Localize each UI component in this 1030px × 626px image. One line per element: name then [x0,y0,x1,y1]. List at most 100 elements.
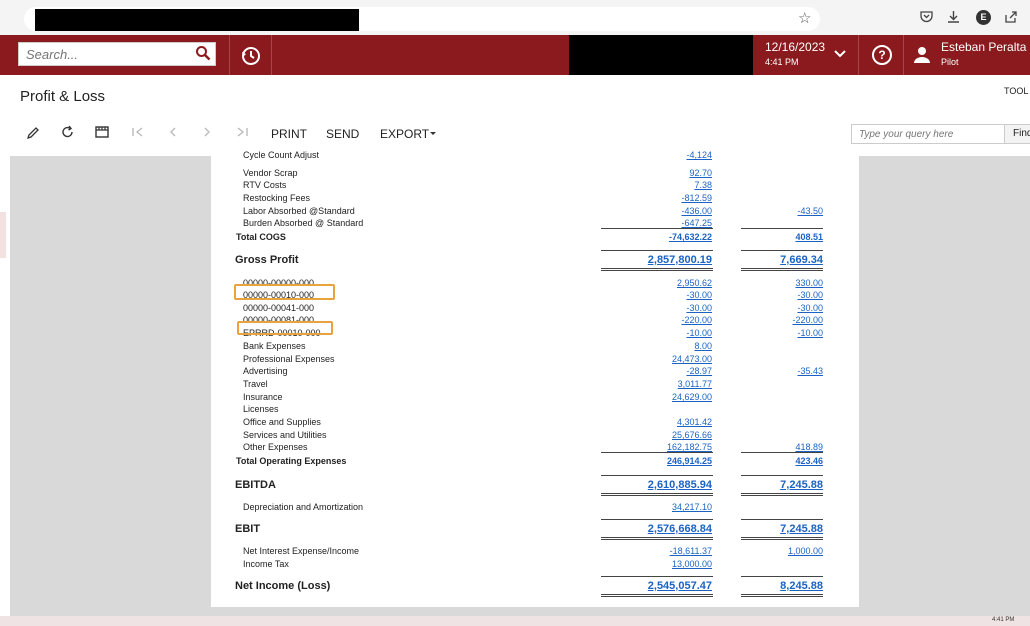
rule-line [741,596,823,597]
report-value-col1[interactable]: 2,610,885.94 [600,479,712,491]
report-value-col1[interactable]: 24,629.00 [600,392,712,402]
report-value-col1[interactable]: -812.59 [600,193,712,203]
report-value-col1[interactable]: -74,632.22 [600,232,712,242]
left-marker [0,212,6,258]
report-value-col2[interactable]: -220.00 [740,315,823,325]
user-icon[interactable] [913,46,931,64]
report-value-col1[interactable]: 162,182.75 [600,442,712,452]
header-divider [858,35,859,75]
parameters-icon[interactable] [95,124,109,142]
user-name[interactable]: Esteban Peralta [941,40,1026,54]
find-button[interactable]: Find [1004,124,1030,144]
star-icon[interactable]: ☆ [798,9,811,27]
rule-line [741,268,823,269]
report-value-col1[interactable]: 2,950.62 [600,278,712,288]
next-page-icon[interactable] [200,124,214,142]
report-value-col2[interactable]: -30.00 [740,290,823,300]
report-value-col1[interactable]: 8.00 [600,341,712,351]
rule-line [601,268,713,269]
report-value-col1[interactable]: 34,217.10 [600,502,712,512]
report-value-col1[interactable]: 2,576,668.84 [600,523,712,535]
report-row-label: Advertising [243,366,288,376]
refresh-icon[interactable] [61,124,75,142]
report-row-label: Licenses [243,404,279,414]
report-value-col1[interactable]: 4,301.42 [600,417,712,427]
report-value-col2[interactable]: -43.50 [740,206,823,216]
report-value-col1[interactable]: 2,545,057.47 [600,580,712,592]
report-value-col2[interactable]: 418.89 [740,442,823,452]
report-value-col2[interactable]: 423.46 [740,456,823,466]
report-value-col1[interactable]: -28.97 [600,366,712,376]
report-value-col1[interactable]: -30.00 [600,303,712,313]
report-value-col2[interactable]: 330.00 [740,278,823,288]
prev-page-icon[interactable] [166,124,180,142]
share-icon[interactable] [1004,10,1018,23]
redacted-url [35,9,359,31]
last-page-icon[interactable] [235,124,249,142]
report-value-col1[interactable]: -18,611.37 [600,546,712,556]
business-date[interactable]: 12/16/2023 [765,40,825,54]
report-value-col2[interactable]: -10.00 [740,328,823,338]
caret-down-icon[interactable] [429,131,437,149]
report-row-label: Depreciation and Amortization [243,502,364,512]
report-value-col1[interactable]: -220.00 [600,315,712,325]
report-row-label: Total COGS [236,232,286,242]
edit-icon[interactable] [26,124,40,142]
chevron-down-icon[interactable] [834,49,846,59]
report-value-col1[interactable]: 92.70 [600,168,712,178]
report-query[interactable] [851,124,1005,144]
report-value-col1[interactable]: 7.38 [600,180,712,190]
report-value-col1[interactable]: 25,676.66 [600,430,712,440]
app-header: 12/16/2023 4:41 PM ? Esteban Peralta Pil… [0,35,1030,75]
first-page-icon[interactable] [131,124,145,142]
search-input[interactable] [24,46,193,63]
report-value-col1[interactable]: -647.25 [600,218,712,228]
report-row-label: Net Income (Loss) [235,580,331,592]
report-value[interactable]: -4,124 [650,150,712,160]
report-value-col1[interactable]: 24,473.00 [600,354,712,364]
rule-line [741,594,823,595]
help-icon[interactable]: ? [872,45,892,65]
business-time: 4:41 PM [765,57,799,67]
report-value-col1[interactable]: 2,857,800.19 [600,254,712,266]
report-row-label: Gross Profit [235,254,299,266]
report-value-col2[interactable]: 408.51 [740,232,823,242]
rule-line [601,495,713,496]
report-value-col2[interactable]: -35.43 [740,366,823,376]
tools-menu[interactable]: TOOL [1004,86,1028,96]
report-value-col1[interactable]: 246,914.25 [600,456,712,466]
report-value-col1[interactable]: -10.00 [600,328,712,338]
rule-line [601,539,713,540]
report-row-label: Insurance [243,392,283,402]
report-value-col2[interactable]: 7,669.34 [740,254,823,266]
report-value-col1[interactable]: 13,000.00 [600,559,712,569]
extension-e-icon[interactable]: E [976,10,991,25]
rule-line [601,452,713,453]
print-button[interactable]: PRINT [271,127,307,141]
search-icon[interactable] [195,45,211,61]
query-input[interactable] [857,128,1001,141]
report-value-col2[interactable]: 1,000.00 [740,546,823,556]
report-row-label: Other Expenses [243,442,308,452]
rule-line [741,228,823,229]
report-value-col2[interactable]: 7,245.88 [740,479,823,491]
report-value-col2[interactable]: 8,245.88 [740,580,823,592]
rule-line [601,537,713,538]
export-button[interactable]: EXPORT [380,127,429,141]
global-search[interactable] [18,42,216,66]
report-row-label: Office and Supplies [243,417,321,427]
rule-line [741,576,823,577]
report-value-col1[interactable]: -436.00 [600,206,712,216]
report-row-label: 00000-00041-000 [243,303,315,313]
report-page: Cycle Count Adjust -4,124 Vendor Scrap 92.7… [211,150,859,607]
report-value-col1[interactable]: 3,011.77 [600,379,712,389]
report-row-label: Vendor Scrap [243,168,298,178]
send-button[interactable]: SEND [326,127,359,141]
rule-line [601,228,713,229]
report-value-col2[interactable]: -30.00 [740,303,823,313]
report-value-col1[interactable]: -30.00 [600,290,712,300]
history-icon[interactable] [238,43,264,69]
report-value-col2[interactable]: 7,245.88 [740,523,823,535]
download-icon[interactable] [947,10,960,23]
pocket-icon[interactable] [920,10,933,23]
